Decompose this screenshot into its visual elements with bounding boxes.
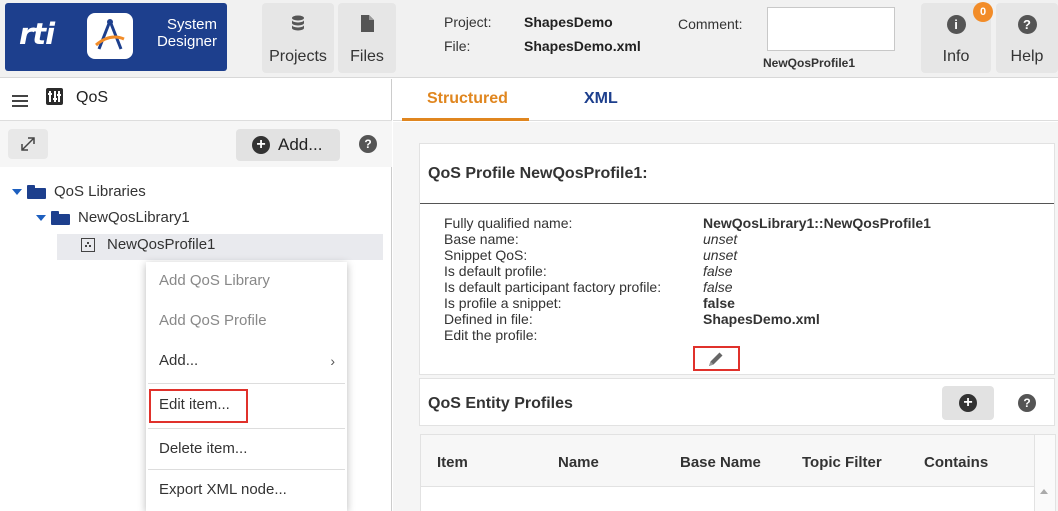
left-panel-header: QoS — [0, 79, 392, 121]
info-count-badge: 0 — [973, 2, 993, 22]
menu-item-add-qos-profile: Add QoS Profile — [159, 312, 267, 329]
menu-item-export-xml-node[interactable]: Export XML node... — [146, 471, 347, 511]
scroll-up-arrow-icon[interactable] — [1040, 489, 1048, 494]
add-entity-profile-button[interactable]: + — [942, 386, 994, 420]
qos-sliders-icon — [46, 88, 63, 105]
plus-circle-icon: + — [252, 136, 270, 154]
file-name: ShapesDemo.xml — [524, 38, 641, 54]
prop-value-is-default-participant-factory-profile: false — [703, 279, 733, 295]
pencil-icon[interactable] — [706, 349, 726, 369]
info-label: Info — [942, 48, 970, 65]
prop-value-base-name: unset — [703, 231, 738, 247]
prop-value-is-profile-a-snippet: false — [703, 295, 735, 311]
app-name-line1: System — [166, 16, 217, 33]
entity-profiles-title: QoS Entity Profiles — [428, 395, 573, 412]
help-icon: ? — [996, 15, 1058, 34]
projects-button[interactable]: Projects — [262, 3, 334, 73]
qos-entity-profiles-header: QoS Entity Profiles + ? — [419, 378, 1055, 426]
chevron-right-icon: › — [330, 353, 335, 369]
column-header-contains[interactable]: Contains — [924, 454, 988, 471]
files-button[interactable]: Files — [338, 3, 396, 73]
prop-label-is-default-participant-factory-profile: Is default participant factory profile: — [444, 279, 662, 295]
projects-label: Projects — [269, 48, 327, 65]
menu-item-add-submenu[interactable]: Add... › — [146, 342, 347, 382]
expand-icon — [21, 137, 35, 151]
help-icon[interactable]: ? — [1018, 394, 1036, 412]
help-button[interactable]: ? Help — [996, 3, 1058, 73]
folder-open-icon — [51, 211, 70, 226]
prop-label-base-name: Base name: — [444, 231, 519, 247]
app-brand: rti System Designer — [5, 3, 227, 71]
prop-label-is-profile-a-snippet: Is profile a snippet: — [444, 295, 562, 311]
tab-structured[interactable]: Structured — [427, 90, 508, 108]
profile-title: QoS Profile NewQosProfile1: — [428, 165, 648, 182]
view-tabs: Structured XML — [393, 79, 1058, 121]
file-label: File: — [444, 38, 471, 54]
tree-item-newqosprofile1[interactable]: NewQosProfile1 — [81, 236, 215, 262]
column-header-item[interactable]: Item — [437, 454, 468, 471]
tree-item-label: NewQosLibrary1 — [78, 209, 190, 226]
prop-label-is-default-profile: Is default profile: — [444, 263, 547, 279]
project-name: ShapesDemo — [524, 14, 613, 30]
qos-profile-card: QoS Profile NewQosProfile1: Fully qualif… — [419, 143, 1055, 375]
prop-label-defined-in-file: Defined in file: — [444, 311, 533, 327]
prop-value-fully-qualified-name: NewQosLibrary1::NewQosProfile1 — [703, 215, 931, 231]
add-button[interactable]: + Add... — [236, 129, 340, 161]
column-header-topic-filter[interactable]: Topic Filter — [802, 454, 882, 471]
tree-item-qos-libraries[interactable]: QoS Libraries — [12, 183, 146, 209]
column-header-name[interactable]: Name — [558, 454, 599, 471]
table-header-row: Item Name Base Name Topic Filter Contain… — [421, 435, 1055, 487]
edit-item-highlight-box — [149, 389, 248, 423]
prop-label-snippet-qos: Snippet QoS: — [444, 247, 528, 263]
caret-down-icon[interactable] — [36, 215, 46, 222]
column-header-base-name[interactable]: Base Name — [680, 454, 761, 471]
prop-value-defined-in-file: ShapesDemo.xml — [703, 311, 820, 327]
expand-button[interactable] — [8, 129, 48, 159]
active-tab-indicator — [402, 118, 529, 121]
menu-divider — [148, 469, 345, 470]
app-name-line2: Designer — [156, 33, 217, 50]
comment-input[interactable] — [767, 7, 895, 51]
tree-item-label: NewQosProfile1 — [107, 236, 216, 253]
hamburger-icon[interactable] — [12, 95, 28, 107]
panel-title: QoS — [76, 89, 109, 106]
tree-item-label: QoS Libraries — [54, 183, 146, 200]
rti-logo: rti — [19, 17, 55, 51]
top-toolbar: rti System Designer Projects Files Proje… — [0, 0, 1058, 78]
tree-context-menu: Add QoS Library Add QoS Profile Add... › … — [146, 262, 347, 511]
project-label: Project: — [444, 14, 492, 30]
app-name: System Designer — [145, 16, 217, 50]
file-icon — [338, 15, 396, 37]
database-icon — [262, 15, 334, 38]
menu-divider — [148, 428, 345, 429]
files-label: Files — [350, 48, 384, 65]
prop-value-snippet-qos: unset — [703, 247, 738, 263]
entity-profiles-table: Item Name Base Name Topic Filter Contain… — [420, 434, 1056, 511]
caret-down-icon[interactable] — [12, 189, 22, 196]
menu-divider — [148, 383, 345, 384]
menu-item-delete-item[interactable]: Delete item... — [146, 430, 347, 470]
tab-xml[interactable]: XML — [584, 90, 618, 108]
prop-label-edit-the-profile: Edit the profile: — [444, 327, 538, 343]
tree-toolbar: + Add... ? — [0, 121, 392, 167]
menu-item-add-qos-library: Add QoS Library — [159, 272, 270, 289]
title-divider — [420, 203, 1054, 204]
comment-label: Comment: — [678, 16, 743, 32]
system-designer-logo-icon — [87, 13, 133, 59]
add-button-label: Add... — [278, 135, 323, 154]
plus-circle-icon: + — [959, 394, 977, 412]
prop-value-is-default-profile: false — [703, 263, 733, 279]
table-scrollbar[interactable] — [1034, 435, 1055, 511]
folder-open-icon — [27, 185, 46, 200]
help-label: Help — [1010, 48, 1044, 65]
prop-label-fully-qualified-name: Fully qualified name: — [444, 215, 573, 231]
help-icon[interactable]: ? — [359, 135, 377, 153]
qos-profile-icon — [81, 238, 95, 253]
tree-item-newqoslibrary1[interactable]: NewQosLibrary1 — [36, 209, 190, 235]
comment-profile-name: NewQosProfile1 — [763, 56, 856, 70]
